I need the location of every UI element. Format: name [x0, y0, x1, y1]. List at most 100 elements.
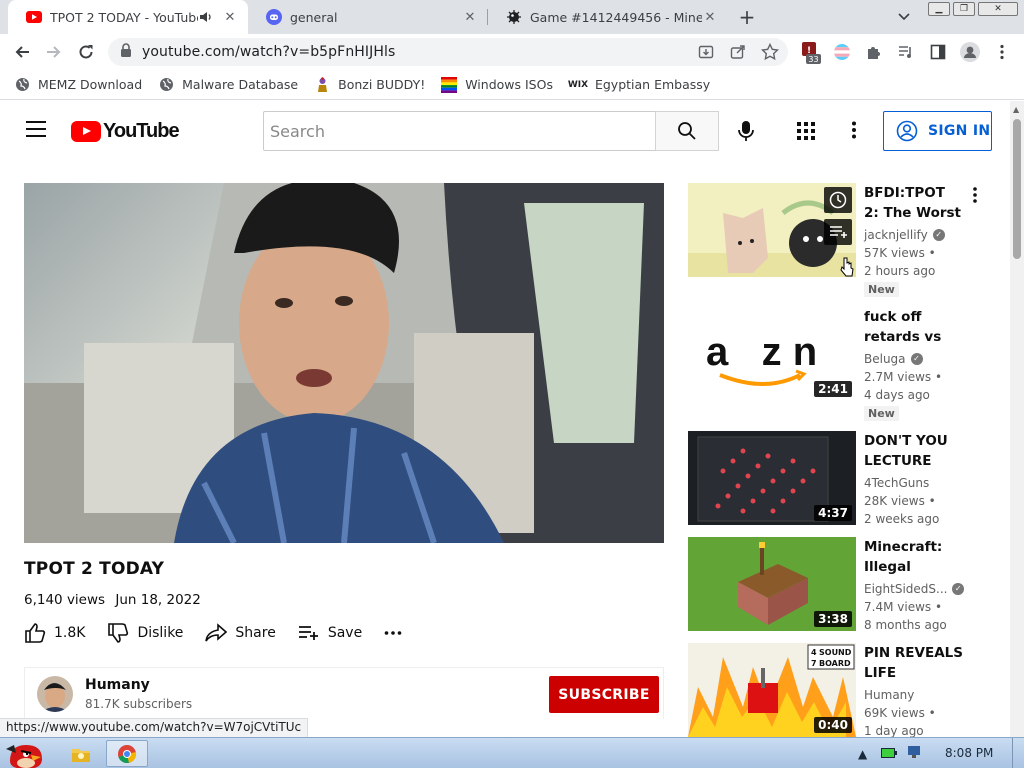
dislike-button[interactable]: Dislike: [107, 623, 183, 643]
settings-more-icon[interactable]: [852, 121, 856, 143]
video-meta: 6,140 views Jun 18, 2022: [24, 592, 201, 608]
recommendation-info: BFDI:TPOT 2: The Worst Da... jacknjellif…: [864, 183, 964, 297]
back-icon[interactable]: [8, 38, 36, 66]
sound-board-text-1: SOUND: [819, 648, 852, 657]
bookmark-memz[interactable]: MEMZ Download: [14, 77, 142, 93]
recommendation-item[interactable]: 4 SOUND 7 BOARD 0:40 PIN REVEALS LIFE HA…: [688, 643, 998, 737]
scrollbar-thumb[interactable]: [1013, 119, 1021, 259]
recommendation-item[interactable]: BFDI:TPOT 2: The Worst Da... jacknjellif…: [688, 183, 998, 297]
side-panel-icon[interactable]: [924, 38, 952, 66]
recommendation-age: 1 day ago: [864, 724, 924, 737]
bookmark-egyptian-embassy[interactable]: WIX Egyptian Embassy: [568, 77, 710, 93]
extension-badge-count: 33: [808, 55, 818, 64]
close-icon[interactable]: ✕: [462, 9, 478, 25]
sign-in-button[interactable]: SIGN IN: [883, 111, 992, 151]
recommendation-item[interactable]: a z n 2:41 fuck off retards vs AVAST... …: [688, 307, 998, 421]
extensions-puzzle-icon[interactable]: [860, 38, 888, 66]
youtube-logo[interactable]: YouTube: [71, 120, 180, 143]
minimize-icon[interactable]: ▁: [928, 2, 950, 16]
bookmark-star-icon[interactable]: [756, 38, 784, 66]
subscriber-count: 81.7K subscribers: [85, 697, 193, 711]
recommendation-channel[interactable]: EightSidedS...: [864, 580, 947, 598]
channel-avatar[interactable]: [37, 676, 73, 712]
recommendation-title[interactable]: fuck off retards vs AVAST...: [864, 307, 964, 347]
page-scrollbar[interactable]: ▲: [1010, 101, 1024, 737]
tab-minesweeper[interactable]: Game #1412449456 - Minesw ✕: [488, 0, 728, 34]
recommendation-views: 69K views: [864, 706, 925, 720]
hamburger-menu-icon[interactable]: [26, 121, 46, 137]
recommendation-channel[interactable]: 4TechGuns: [864, 474, 929, 492]
taskbar-clock[interactable]: 8:08 PM: [945, 746, 993, 760]
watch-later-icon[interactable]: [824, 187, 852, 213]
tab-search-icon[interactable]: [890, 3, 918, 31]
video-actions: 1.8K Dislike Share Save: [24, 621, 432, 645]
show-desktop-button[interactable]: [1012, 738, 1024, 768]
share-button[interactable]: Share: [205, 623, 276, 643]
video-thumbnail[interactable]: 4 SOUND 7 BOARD 0:40: [688, 643, 856, 737]
install-app-icon[interactable]: [692, 38, 720, 66]
save-button[interactable]: Save: [298, 623, 362, 643]
channel-name[interactable]: Humany: [85, 677, 150, 693]
video-frame-image: [24, 183, 664, 543]
subscribe-button[interactable]: SUBSCRIBE: [549, 676, 659, 713]
more-options-icon[interactable]: [973, 187, 977, 207]
video-player[interactable]: [24, 183, 664, 543]
address-bar[interactable]: youtube.com/watch?v=b5pFnHIJHls: [108, 38, 788, 66]
video-thumbnail[interactable]: a z n 2:41: [688, 307, 856, 401]
file-explorer-icon[interactable]: [66, 740, 96, 767]
tab-youtube[interactable]: TPOT 2 TODAY - YouTube ✕: [8, 0, 248, 34]
bookmark-label: MEMZ Download: [38, 77, 143, 92]
network-icon[interactable]: [907, 745, 923, 762]
recommendation-channel[interactable]: Humany: [864, 686, 914, 704]
forward-icon[interactable]: [40, 38, 68, 66]
tray-expand-icon[interactable]: ▲: [858, 747, 867, 761]
tab-discord[interactable]: general ✕: [248, 0, 488, 34]
apps-grid-icon[interactable]: [797, 122, 815, 144]
speaker-icon[interactable]: [198, 9, 214, 25]
bookmark-windows-isos[interactable]: Windows ISOs: [441, 76, 553, 93]
search-input[interactable]: Search: [263, 111, 656, 151]
amazon-thumbnail-text: a z n: [706, 330, 817, 374]
recommendation-title[interactable]: Minecraft: Illegal Buildin...: [864, 537, 964, 577]
browser-menu-icon[interactable]: [988, 38, 1016, 66]
video-thumbnail[interactable]: 4:37: [688, 431, 856, 525]
trans-flag-extension-icon[interactable]: [828, 38, 856, 66]
more-actions-icon[interactable]: [384, 630, 410, 636]
search-icon: [678, 122, 696, 140]
video-thumbnail[interactable]: 3:38: [688, 537, 856, 631]
media-control-icon[interactable]: [892, 38, 920, 66]
start-button-angry-bird-icon[interactable]: [2, 740, 50, 768]
battery-icon[interactable]: [881, 747, 898, 761]
close-icon[interactable]: ✕: [222, 9, 238, 25]
add-to-queue-icon[interactable]: [824, 219, 852, 245]
bookmark-malware-database[interactable]: Malware Database: [158, 77, 298, 93]
microphone-icon[interactable]: [734, 119, 758, 147]
taskbar-chrome-button[interactable]: [106, 740, 148, 767]
bookmarks-bar: MEMZ Download Malware Database Bonzi BUD…: [0, 70, 1024, 100]
chrome-icon: [118, 744, 137, 763]
restore-icon[interactable]: ❐: [953, 2, 975, 16]
recommendation-channel[interactable]: Beluga: [864, 350, 906, 368]
recommendation-title[interactable]: DON'T YOU LECTURE ME...: [864, 431, 964, 471]
verified-check-icon: ✓: [932, 229, 945, 241]
video-thumbnail[interactable]: [688, 183, 856, 277]
profile-avatar-icon[interactable]: [956, 38, 984, 66]
search-button[interactable]: [655, 111, 719, 151]
extension-blocker-icon[interactable]: ! 33: [796, 38, 824, 66]
recommendation-channel[interactable]: jacknjellify: [864, 226, 928, 244]
share-page-icon[interactable]: [724, 38, 752, 66]
scroll-up-arrow-icon[interactable]: ▲: [1013, 105, 1019, 114]
bookmark-bonzi-buddy[interactable]: Bonzi BUDDY!: [314, 76, 425, 93]
save-label: Save: [327, 625, 363, 641]
new-tab-icon[interactable]: +: [733, 3, 761, 31]
like-button[interactable]: 1.8K: [24, 623, 85, 643]
recommendation-item[interactable]: 3:38 Minecraft: Illegal Buildin... Eight…: [688, 537, 998, 637]
recommendation-title[interactable]: PIN REVEALS LIFE HACKS...: [864, 643, 964, 683]
bookmark-label: Malware Database: [182, 77, 299, 92]
close-window-icon[interactable]: ✕: [978, 2, 1018, 16]
close-icon[interactable]: ✕: [702, 9, 718, 25]
reload-icon[interactable]: [72, 38, 100, 66]
recommendation-item[interactable]: 4:37 DON'T YOU LECTURE ME... 4TechGuns 2…: [688, 431, 998, 531]
recommendation-title[interactable]: BFDI:TPOT 2: The Worst Da...: [864, 183, 964, 223]
lock-icon[interactable]: [120, 43, 132, 61]
